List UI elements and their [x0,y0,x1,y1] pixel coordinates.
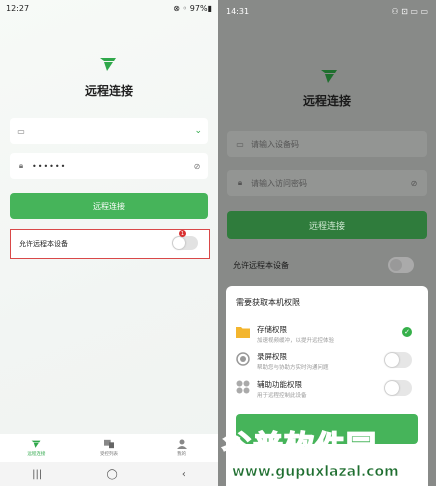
user-icon [176,439,187,449]
password-input: 请输入访问密码 [251,178,307,188]
status-icons: ⊗ ◦ 97%▮ [173,3,212,13]
lock-icon: 🔒︎ [237,178,243,187]
perm-storage[interactable]: 存储权限 加速视频缓冲，以提升远控体验 ✓ [236,323,420,353]
watermark-title: 谷普软件园 [221,429,377,466]
device-code-field[interactable]: ▭ 请输入设备码 [227,131,427,157]
connect-button[interactable]: 远程连接 [227,211,427,239]
perm-name: 录屏权限 [257,352,287,361]
eye-hidden-icon[interactable]: ⊘ [409,178,419,188]
password-value: •••••• [32,161,67,171]
connect-button[interactable]: 远程连接 [10,193,208,219]
recent-apps-icon[interactable]: ||| [32,469,42,480]
devices-icon [104,439,114,449]
bottom-tab-bar: 远程连接 受控列表 我的 [0,434,218,462]
folder-icon [236,327,250,338]
allow-remote-label: 允许远程本设备 [19,240,68,248]
screen-record-toggle[interactable] [384,352,412,368]
password-field[interactable]: 🔒︎ •••••• ⊘ [10,153,208,179]
check-icon: ✓ [402,327,412,337]
page-title: 远程连接 [302,94,351,108]
chevron-down-icon[interactable]: ⌄ [194,126,202,136]
allow-remote-label: 允许远程本设备 [233,261,289,270]
accessibility-toggle[interactable] [384,380,412,396]
page-title: 远程连接 [84,84,133,98]
status-time: 14:31 [226,6,250,16]
perm-desc: 帮助您与协助方实时沟通问题 [257,365,329,371]
notification-badge: 1 [179,230,186,237]
apps-grid-icon [236,380,250,394]
password-field[interactable]: 🔒︎ 请输入访问密码 ⊘ [227,170,427,196]
tab-controlled-list[interactable]: 受控列表 [73,434,146,462]
tab-label: 受控列表 [100,452,118,457]
device-icon: ▭ [17,126,25,136]
record-icon [236,352,250,366]
app-logo-icon [100,58,116,71]
device-code-input: 请输入设备码 [251,139,299,149]
tab-remote-connect[interactable]: 远程连接 [0,434,73,462]
phone-left: 12:27 ⊗ ◦ 97%▮ 远程连接 ▭ ⌄ 🔒︎ •••••• ⊘ 远程连接… [0,0,218,486]
tab-label: 我的 [177,452,187,457]
watermark-url: www.gupuxlazal.com [232,464,399,481]
back-icon[interactable]: ‹ [182,469,186,480]
allow-remote-toggle[interactable] [388,257,414,273]
device-code-field[interactable]: ▭ ⌄ [10,118,208,144]
tab-label: 远程连接 [27,452,46,457]
watermark: 谷普软件园 www.gupuxlazal.com [221,422,436,486]
home-icon[interactable]: ◯ [106,469,117,480]
status-icons: ⚇ ⊡ ▭ ▭ [391,6,428,16]
perm-desc: 加速视频缓冲，以提升远控体验 [257,338,335,344]
status-time: 12:27 [6,3,30,13]
status-bar: 12:27 ⊗ ◦ 97%▮ [0,0,218,16]
sheet-title: 需要获取本机权限 [236,298,300,307]
perm-screen-record[interactable]: 录屏权限 帮助您与协助方实时沟通问题 [236,350,420,380]
perm-name: 存储权限 [257,325,287,334]
perm-accessibility[interactable]: 辅助功能权限 用于远程控制此设备 [236,378,420,408]
app-logo-icon [321,70,337,83]
screenshot-root: 12:27 ⊗ ◦ 97%▮ 远程连接 ▭ ⌄ 🔒︎ •••••• ⊘ 远程连接… [0,0,436,486]
status-bar: 14:31 ⚇ ⊡ ▭ ▭ [218,0,436,22]
remote-connect-icon [31,440,41,448]
allow-remote-toggle[interactable] [172,236,198,250]
system-nav-bar: ||| ◯ ‹ [0,462,218,486]
device-icon: ▭ [236,139,244,149]
lock-icon: 🔒︎ [18,161,24,170]
tab-mine[interactable]: 我的 [145,434,218,462]
perm-desc: 用于远程控制此设备 [257,393,307,399]
perm-name: 辅助功能权限 [257,380,302,389]
eye-hidden-icon[interactable]: ⊘ [192,161,202,171]
